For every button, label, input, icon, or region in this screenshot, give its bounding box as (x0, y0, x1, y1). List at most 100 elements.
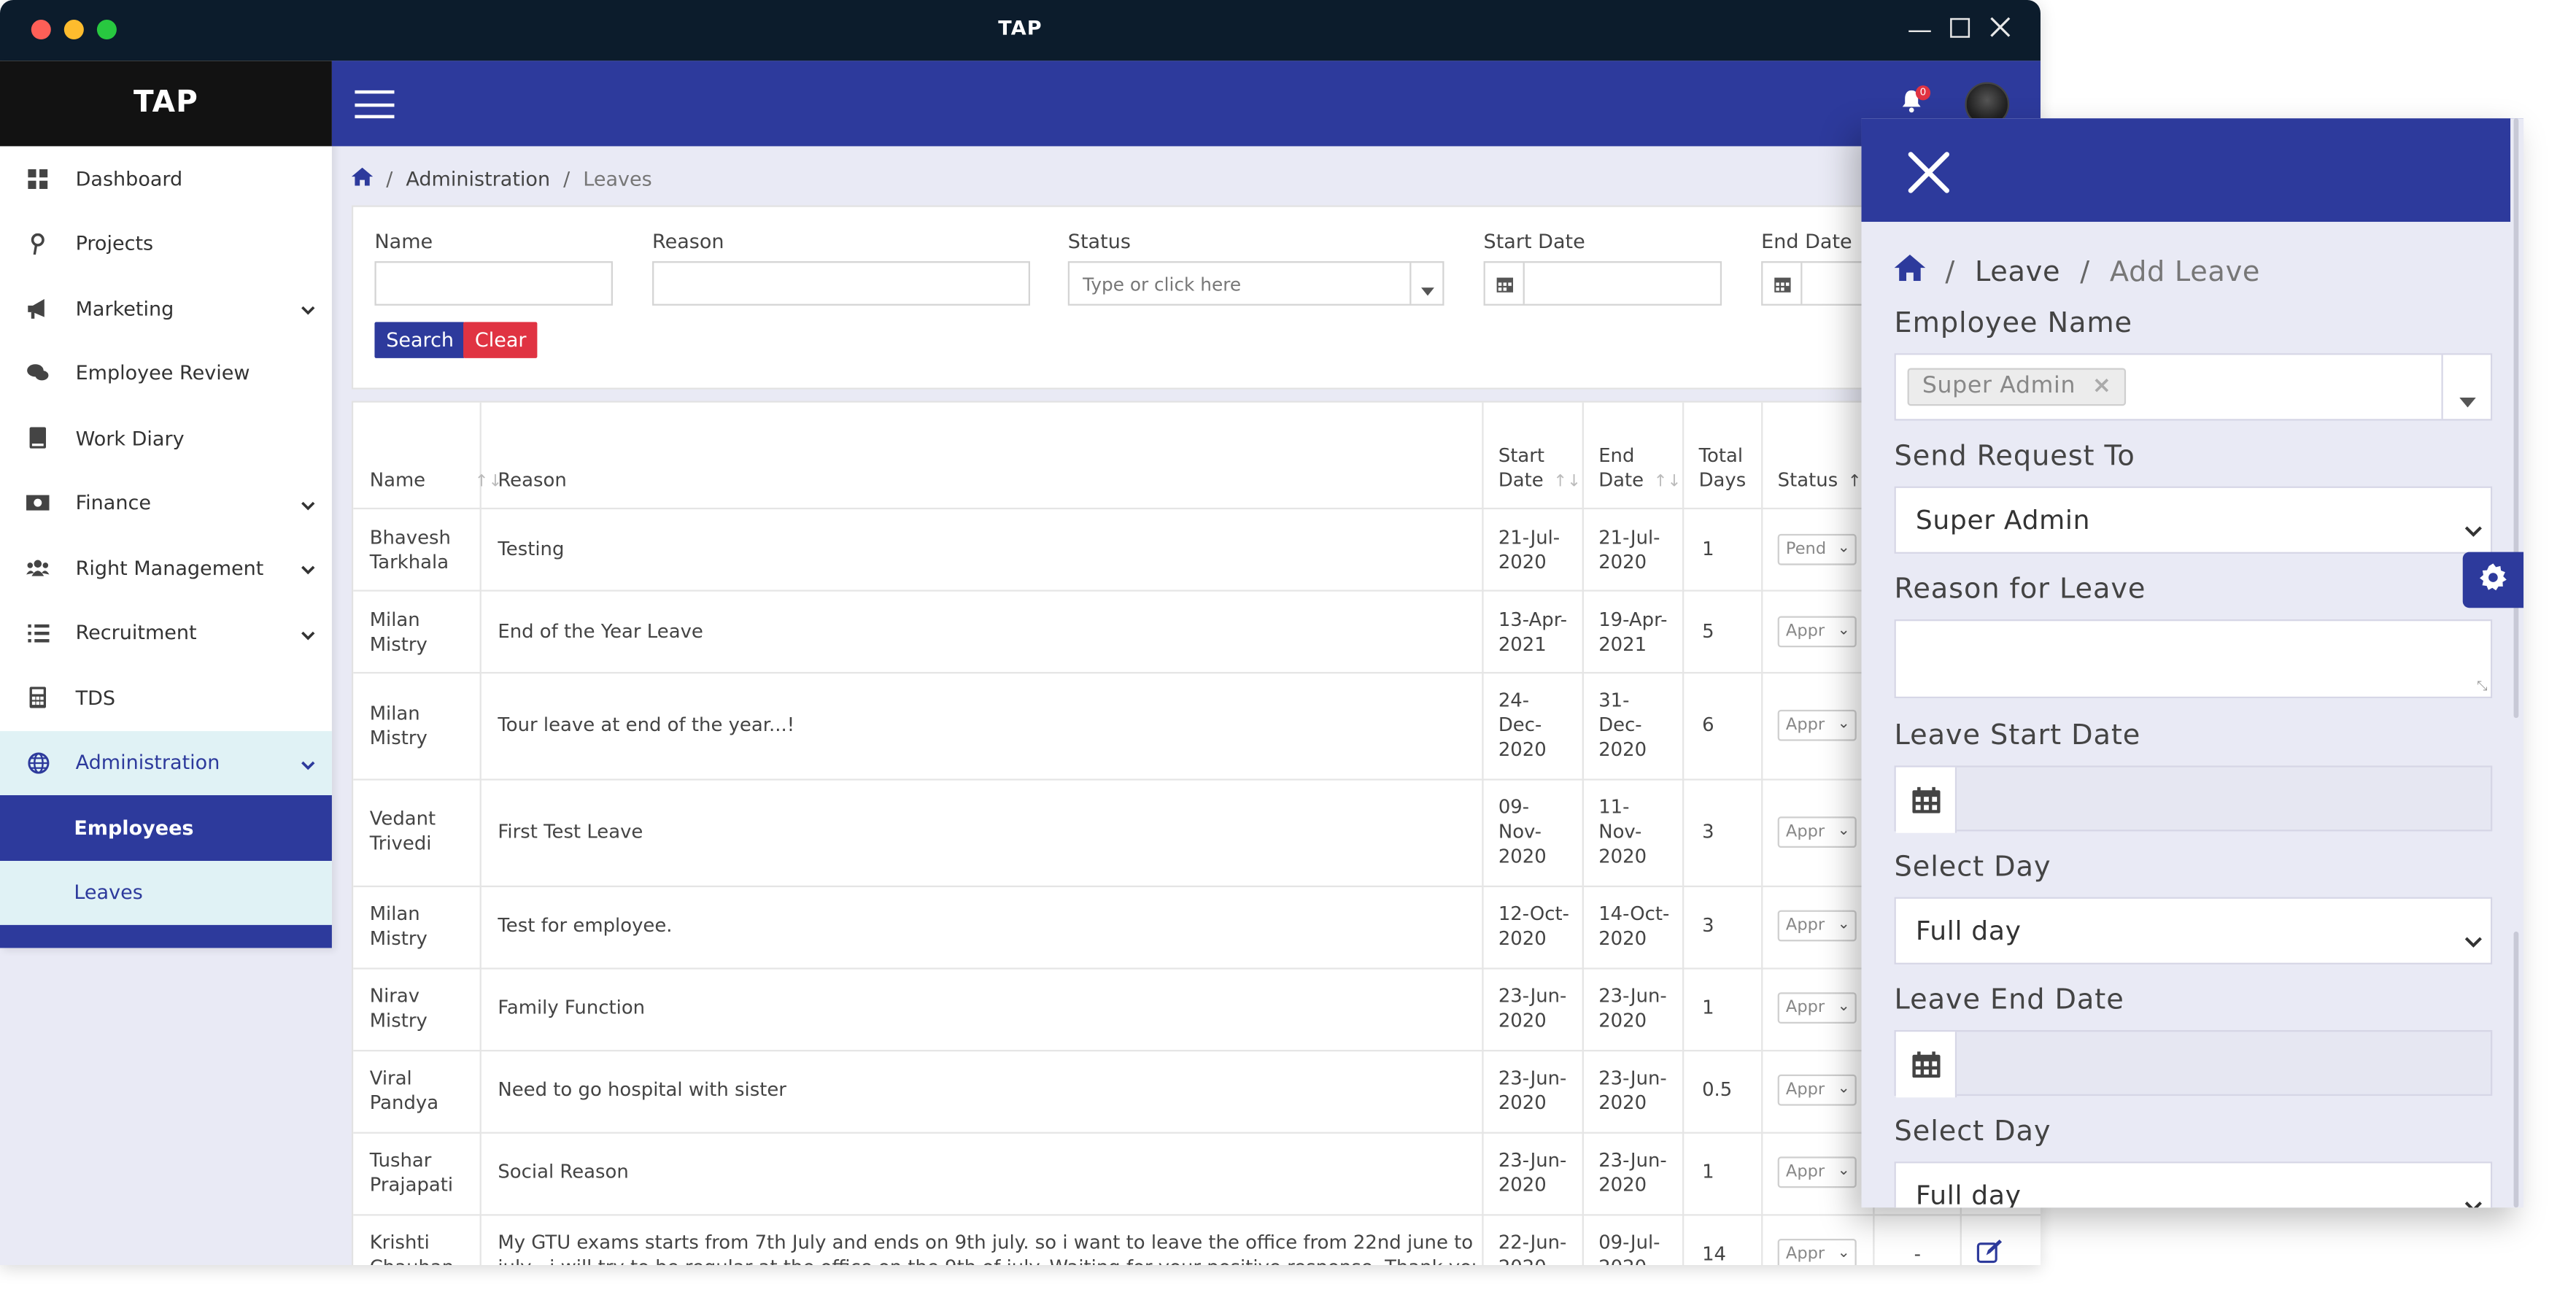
calendar-icon[interactable] (1763, 263, 1803, 304)
cell-total-days: 5 (1702, 619, 1714, 643)
home-icon[interactable] (1894, 255, 1926, 289)
name-first: Krishti (369, 1230, 430, 1254)
cell-reason: End of the Year Leave (498, 619, 703, 643)
search-button[interactable]: Search (374, 322, 465, 358)
calendar-icon[interactable] (1895, 1032, 1957, 1098)
sort-icon[interactable]: ↑↓ (1654, 473, 1682, 492)
status-value: Appr (1785, 916, 1825, 935)
sidebar-item-right-management[interactable]: Right Management (0, 535, 332, 600)
status-select[interactable]: Appr ⌄ (1777, 1156, 1857, 1188)
chevron-down-icon (2464, 513, 2483, 544)
settings-gear-button[interactable] (2462, 552, 2524, 608)
status-select[interactable]: Appr ⌄ (1777, 709, 1857, 741)
sidebar-item-label: Dashboard (75, 167, 183, 190)
scrollbar-thumb[interactable] (2513, 118, 2519, 719)
calendar-icon[interactable] (1895, 767, 1957, 833)
status-select[interactable]: Pend ⌄ (1777, 533, 1857, 565)
column-header-end-date[interactable]: End Date ↑↓ (1598, 444, 1681, 495)
status-select[interactable]: Appr ⌄ (1777, 1074, 1857, 1106)
column-header-reason[interactable]: Reason (498, 468, 566, 493)
chevron-down-icon: ⌄ (1837, 716, 1850, 733)
status-select[interactable]: Appr ⌄ (1777, 1239, 1857, 1266)
employee-name-select[interactable]: Super Admin × (1894, 353, 2493, 421)
sort-asc-icon[interactable]: ↑ (1848, 473, 1862, 492)
edit-icon[interactable] (1976, 1239, 2003, 1265)
start-date-label: Leave Start Date (1894, 719, 2141, 753)
cell-start-date: 09- Nov- 2020 (1498, 795, 1547, 869)
sidebar-item-label: Administration (75, 751, 220, 775)
sidebar-item-finance[interactable]: Finance (0, 471, 332, 535)
select-day-select[interactable]: Full day (1894, 897, 2493, 964)
home-icon[interactable] (351, 167, 374, 191)
reason-textarea[interactable]: ⤡ (1894, 619, 2493, 699)
start-date-input[interactable] (1894, 765, 2493, 833)
cell-reason: Family Function (498, 995, 646, 1019)
minimize-icon[interactable]: — (1908, 13, 1933, 46)
sidebar-item-label: Right Management (75, 556, 264, 580)
status-select[interactable]: Appr ⌄ (1777, 992, 1857, 1024)
sidebar-item-recruitment[interactable]: Recruitment (0, 600, 332, 665)
caret-down-icon[interactable] (2459, 383, 2476, 414)
sort-icon[interactable]: ↑↓ (1553, 473, 1581, 492)
sidebar-subitem-leaves[interactable]: Leaves (0, 859, 332, 925)
cell-name: Tushar Prajapati (370, 1148, 453, 1198)
date-part: 23-Jun- (1598, 983, 1667, 1008)
sidebar-item-marketing[interactable]: Marketing (0, 276, 332, 341)
sidebar-item-administration[interactable]: Administration (0, 730, 332, 795)
column-header-label: Name (369, 468, 426, 492)
cell-start-date: 24- Dec- 2020 (1498, 689, 1547, 762)
date-part: 2020 (1498, 738, 1547, 761)
stage: TAP — TAP Dashboard Projects Marketing E… (0, 0, 2576, 1311)
end-date-input[interactable] (1894, 1030, 2493, 1098)
scrollbar-thumb[interactable] (2513, 931, 2519, 1208)
name-filter-input[interactable] (374, 261, 613, 306)
breadcrumb-separator: / (386, 167, 393, 191)
close-icon[interactable] (1989, 13, 2011, 46)
breadcrumb-parent[interactable]: Administration (406, 168, 550, 191)
hamburger-menu-icon[interactable] (355, 90, 395, 119)
status-filter-select[interactable]: Type or click here (1067, 261, 1444, 306)
date-part: 2020 (1598, 738, 1647, 761)
reason-filter-input[interactable] (652, 261, 1031, 306)
column-header-status[interactable]: Status ↑ (1778, 468, 1862, 495)
sidebar-item-tds[interactable]: TDS (0, 665, 332, 730)
name-last: Mistry (369, 633, 428, 656)
name-first: Nirav (369, 983, 420, 1008)
remove-chip-icon[interactable]: × (2092, 373, 2112, 399)
status-select[interactable]: Appr ⌄ (1777, 910, 1857, 942)
column-divider (1761, 402, 1763, 1266)
start-date-filter-input[interactable] (1483, 261, 1722, 306)
close-icon[interactable] (1908, 151, 1951, 194)
name-last: Chauhan (370, 1256, 454, 1266)
sidebar-subitem-employees[interactable]: Employees (0, 794, 332, 860)
breadcrumb-parent[interactable]: Leave (1975, 255, 2060, 288)
select-divider (2441, 355, 2443, 419)
calendar-icon[interactable] (1485, 263, 1525, 304)
cell-reason: Tour leave at end of the year...! (498, 713, 795, 736)
start-date-filter-label: Start Date (1483, 230, 1585, 253)
date-part: 21-Jul- (1598, 525, 1660, 549)
add-leave-drawer: / Leave / Add Leave Employee Name Super … (1861, 118, 2524, 1208)
drawer-scrollbar[interactable] (2510, 118, 2524, 1208)
column-header-name[interactable]: Name ↑↓ (370, 468, 503, 495)
status-select[interactable]: Appr ⌄ (1777, 816, 1857, 848)
select-day-2-select[interactable]: Full day (1894, 1161, 2493, 1208)
date-part: 24- (1498, 688, 1530, 712)
column-header-total-days[interactable]: Total Days (1699, 444, 1747, 493)
status-select[interactable]: Appr ⌄ (1777, 616, 1857, 648)
chevron-down-icon (301, 622, 315, 645)
clear-button[interactable]: Clear (463, 322, 538, 358)
resize-handle-icon[interactable]: ⤡ (2477, 678, 2487, 695)
sidebar-item-employee-review[interactable]: Employee Review (0, 341, 332, 406)
employee-chip[interactable]: Super Admin × (1907, 368, 2127, 406)
end-date-label: Leave End Date (1894, 983, 2124, 1017)
cell-extra: - (1914, 1242, 1921, 1266)
sidebar-item-label: Finance (75, 491, 152, 515)
cell-start-date: 23-Jun- 2020 (1498, 1148, 1567, 1198)
sidebar-item-projects[interactable]: Projects (0, 211, 332, 276)
sidebar-item-work-diary[interactable]: Work Diary (0, 406, 332, 471)
column-header-start-date[interactable]: Start Date ↑↓ (1498, 444, 1581, 495)
sidebar-item-dashboard[interactable]: Dashboard (0, 146, 332, 211)
maximize-icon[interactable] (1949, 13, 1970, 46)
send-request-select[interactable]: Super Admin (1894, 486, 2493, 554)
